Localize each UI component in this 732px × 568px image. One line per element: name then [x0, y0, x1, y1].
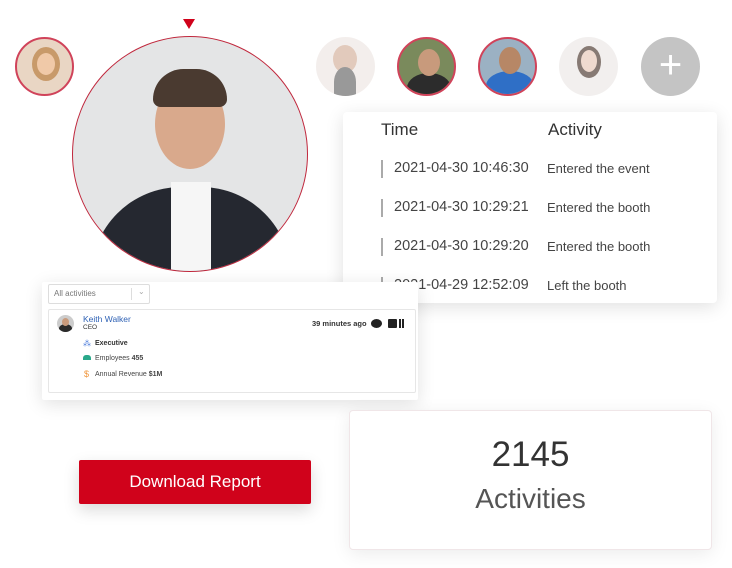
- activity-table: Time Activity 2021-04-30 10:46:30 Entered…: [343, 112, 717, 303]
- activity-item: Keith Walker CEO 39 minutes ago ⁂ Execut…: [48, 309, 416, 393]
- activities-label: Activities: [475, 483, 586, 514]
- activity-filter-select[interactable]: All activities ⌄: [48, 284, 150, 304]
- employees-icon: [83, 355, 91, 360]
- contact-title: CEO: [83, 324, 98, 331]
- annual-revenue: Annual Revenue $1M: [95, 371, 163, 378]
- column-header-time: Time: [381, 120, 419, 139]
- avatar-attendee-4[interactable]: [478, 37, 537, 96]
- dollar-icon: $: [84, 369, 90, 379]
- avatar-attendee-3[interactable]: [397, 37, 456, 96]
- activities-count: 2145: [491, 435, 570, 474]
- activities-stat-card: 2145 Activities: [349, 410, 712, 550]
- employees: Employees 455: [95, 355, 144, 362]
- comment-icon[interactable]: [371, 319, 382, 328]
- avatar-attendee-1[interactable]: [15, 37, 74, 96]
- seniority: Executive: [95, 340, 128, 347]
- selected-indicator-icon: [183, 19, 195, 29]
- contact-avatar: [57, 315, 74, 332]
- time-ago: 39 minutes ago: [312, 319, 367, 328]
- download-report-button[interactable]: Download Report: [79, 460, 311, 504]
- plus-icon: +: [658, 43, 683, 87]
- avatar-attendee-5[interactable]: [559, 37, 618, 96]
- contact-name[interactable]: Keith Walker: [83, 314, 131, 324]
- column-header-activity: Activity: [548, 120, 602, 139]
- add-attendee-button[interactable]: +: [641, 37, 700, 96]
- featured-attendee-avatar[interactable]: [72, 36, 308, 272]
- chevron-down-icon: ⌄: [138, 287, 145, 296]
- activity-feed: All activities ⌄ Keith Walker CEO 39 min…: [42, 282, 418, 400]
- seniority-icon: ⁂: [83, 339, 91, 348]
- avatar-attendee-2[interactable]: [316, 37, 375, 96]
- contact-card-icon[interactable]: [388, 319, 397, 328]
